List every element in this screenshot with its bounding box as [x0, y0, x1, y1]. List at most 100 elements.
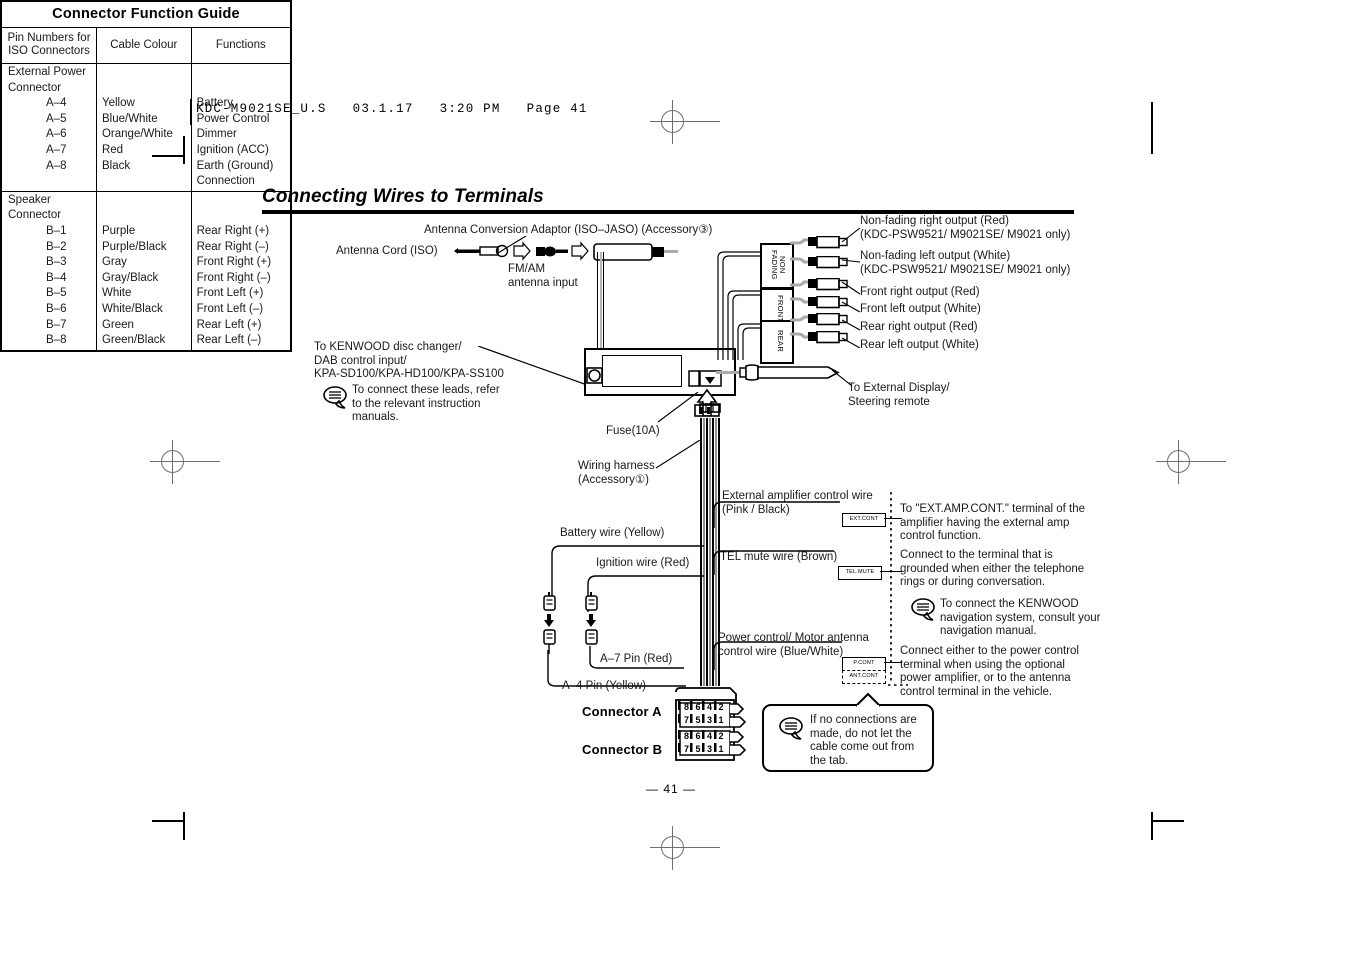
print-header: KDC-M9021SE_U.S 03.1.17 3:20 PM Page 41	[196, 102, 588, 116]
tag-ant-cont: ANT.CONT	[842, 670, 886, 684]
corner-mark-tl-v	[183, 136, 185, 164]
function-b8: Rear Left (–)	[196, 334, 262, 347]
pin-b6: B–6	[46, 302, 67, 315]
fm-am-input-label: FM/AM antenna input	[508, 263, 578, 289]
ext-display-label: To External Display/ Steering remote	[848, 382, 950, 408]
table-header-row: Pin Numbers for ISO Connectors Cable Col…	[0, 27, 292, 64]
corner-mark-br-h	[1152, 820, 1184, 822]
crop-circle-left	[161, 450, 184, 473]
power-control-wire-label: Power control/ Motor antenna control wir…	[718, 632, 869, 658]
output-label-nf-left: Non-fading left output (White) (KDC-PSW9…	[860, 250, 1071, 276]
note-power-control: Connect either to the power control term…	[900, 645, 1079, 698]
disc-changer-note: To connect these leads, refer to the rel…	[352, 384, 500, 423]
note-icon	[323, 386, 347, 409]
colour-b1: Purple	[101, 224, 136, 237]
table-title-row: Connector Function Guide	[0, 0, 292, 28]
pin-b5: B–5	[46, 287, 67, 300]
tag-ext-cont: EXT.CONT	[842, 513, 886, 527]
antenna-adaptor-label: Antenna Conversion Adaptor (ISO–JASO) (A…	[424, 224, 713, 236]
table-header-functions: Functions	[190, 27, 292, 64]
tab-note-pointer	[855, 692, 881, 708]
section2-colours: Purple Purple/Black Gray Gray/Black Whit…	[95, 190, 192, 352]
ignition-wire-branch	[587, 575, 704, 612]
colour-a4: Yellow	[101, 97, 135, 110]
output-label-rear-left: Rear left output (White)	[860, 339, 979, 351]
page-title: Connecting Wires to Terminals	[262, 186, 544, 207]
colour-b8: Green/Black	[101, 334, 166, 347]
connector-pin-bars	[678, 701, 717, 752]
corner-mark-tl-h	[152, 155, 184, 157]
wiring-harness-leader	[655, 440, 701, 469]
pin-a7: A–7	[46, 143, 67, 156]
pin-a4-label: A–4 Pin (Yellow)	[562, 680, 646, 692]
rear-group-label: REAR	[776, 329, 785, 353]
section1-functions: Battery Power Control Dimmer Ignition (A…	[190, 63, 292, 192]
pin-a8: A–8	[46, 159, 67, 172]
note-ext-amp-cont: To "EXT.AMP.CONT." terminal of the ampli…	[900, 503, 1085, 542]
pin-a5: A–5	[46, 112, 67, 125]
note-navigation: To connect the KENWOOD navigation system…	[940, 598, 1101, 637]
section2-functions: Rear Right (+) Rear Right (–) Front Righ…	[190, 190, 292, 352]
tel-mute-wire-label: TEL mute wire (Brown)	[720, 551, 838, 563]
pin-b3: B–3	[46, 256, 67, 269]
output-label-front-right: Front right output (Red)	[860, 286, 980, 298]
ext-display-plug-icon	[716, 364, 840, 381]
head-unit-inner-panel	[602, 355, 682, 387]
corner-mark-br-v	[1151, 812, 1153, 840]
disc-changer-label: To KENWOOD disc changer/ DAB control inp…	[314, 341, 504, 380]
output-label-rear-right: Rear right output (Red)	[860, 321, 978, 333]
fuse-leader	[657, 392, 699, 423]
colour-b2: Purple/Black	[101, 240, 167, 253]
crop-circle-bottom	[661, 836, 684, 859]
function-b3: Front Right (+)	[196, 256, 272, 269]
ignition-wire-label: Ignition wire (Red)	[596, 557, 690, 569]
table-row: External Power Connector A–4 A–5 A–6 A–7…	[0, 63, 292, 192]
battery-wire-label: Battery wire (Yellow)	[560, 527, 665, 539]
section2-name: Speaker Connector	[8, 193, 62, 222]
antenna-lead-wire-outline	[597, 252, 598, 352]
function-b7: Rear Left (+)	[196, 318, 262, 331]
table-title: Connector Function Guide	[0, 0, 292, 28]
antenna-lead-wire-v	[600, 252, 602, 352]
pin-b8: B–8	[46, 334, 67, 347]
pin-b1: B–1	[46, 224, 67, 237]
corner-mark-tr-v	[1151, 102, 1153, 154]
title-underline	[262, 210, 1074, 214]
rca-harness-lines	[717, 251, 762, 360]
section1-name: External Power Connector	[8, 66, 86, 94]
tab-note-text: If no connections are made, do not let t…	[810, 714, 917, 767]
table-row: Speaker Connector B–1 B–2 B–3 B–4 B–5 B–…	[0, 190, 292, 352]
crop-circle-top	[661, 110, 684, 133]
antenna-lead-wire-outline2	[603, 252, 604, 352]
pin-a4: A–4	[46, 97, 67, 110]
colour-b4: Gray/Black	[101, 271, 159, 284]
tab-note-icon	[779, 717, 803, 740]
antenna-adaptor-leader	[497, 236, 527, 254]
connector-function-guide-table: Connector Function Guide Pin Numbers for…	[0, 0, 292, 352]
colour-b3: Gray	[101, 256, 127, 269]
colour-a6: Orange/White	[101, 128, 173, 141]
colour-a5: Blue/White	[101, 112, 158, 125]
note-telephone: Connect to the terminal that is grounded…	[900, 549, 1085, 588]
fuse-label: Fuse(10A)	[606, 425, 660, 437]
header-rule	[190, 99, 192, 125]
crop-circle-right	[1167, 450, 1190, 473]
colour-b6: White/Black	[101, 302, 163, 315]
antenna-cord-label: Antenna Cord (ISO)	[336, 245, 438, 257]
section1-colours: Yellow Blue/White Orange/White Red Black	[95, 63, 192, 192]
tag-tel-mute: TEL.MUTE	[838, 566, 882, 580]
non-fading-group-label: NON FADING	[770, 250, 787, 280]
antenna-plug-icon	[593, 243, 678, 261]
pin-b7: B–7	[46, 318, 67, 331]
ext-display-leader	[688, 378, 698, 388]
pin-a6: A–6	[46, 128, 67, 141]
colour-b5: White	[101, 287, 132, 300]
battery-inline-connector	[543, 592, 556, 654]
disc-changer-leader	[478, 346, 591, 387]
table-header-colour: Cable Colour	[95, 27, 192, 64]
table-header-pin: Pin Numbers for ISO Connectors	[0, 27, 97, 64]
corner-mark-bl-h	[152, 820, 184, 822]
function-a7: Ignition (ACC)	[196, 143, 269, 156]
output-label-nf-right: Non-fading right output (Red) (KDC-PSW95…	[860, 215, 1071, 241]
page-number: — 41 —	[646, 782, 697, 796]
